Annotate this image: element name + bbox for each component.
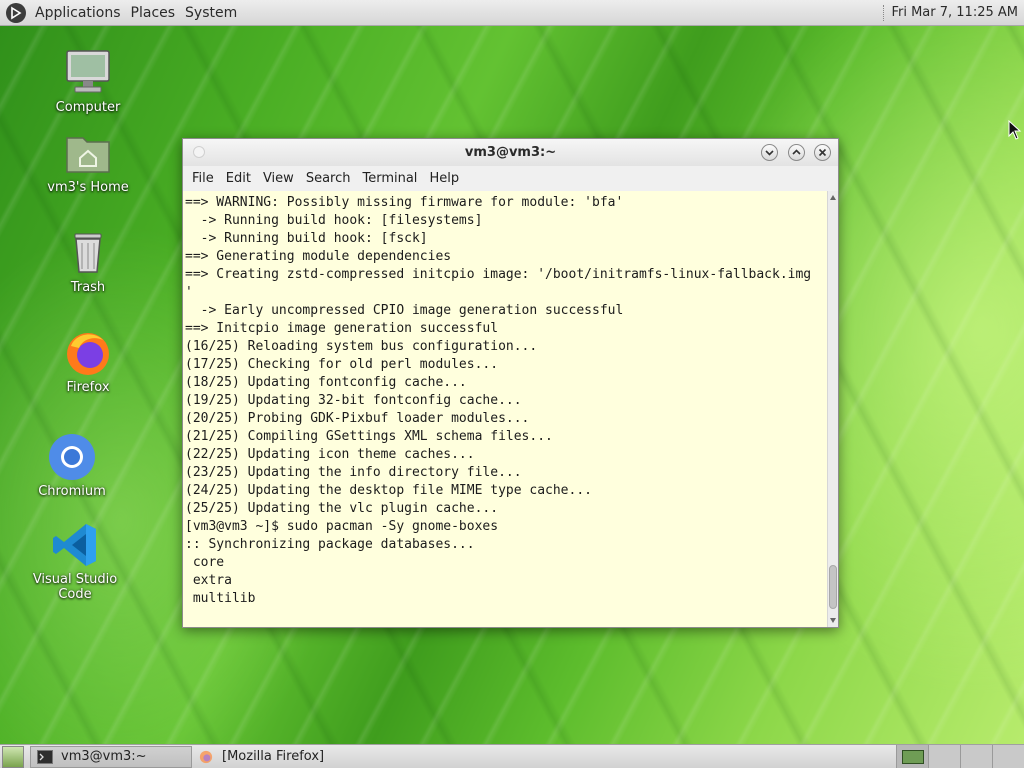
desktop-icon-label: Chromium — [38, 484, 106, 499]
task-label: vm3@vm3:~ — [61, 749, 147, 764]
vscode-icon — [53, 524, 96, 566]
menu-terminal[interactable]: Terminal — [356, 171, 423, 186]
firefox-icon — [67, 333, 109, 375]
distro-logo-icon[interactable] — [6, 2, 26, 23]
menu-view[interactable]: View — [257, 171, 300, 186]
desktop-icon-trash[interactable]: Trash — [33, 228, 143, 295]
home-folder-icon — [66, 137, 110, 173]
terminal-line: (23/25) Updating the info directory file… — [185, 465, 522, 480]
window-title: vm3@vm3:~ — [464, 145, 557, 160]
desktop-icon-label: Firefox — [66, 380, 110, 395]
chromium-icon — [49, 434, 95, 480]
terminal-line: [vm3@vm3 ~]$ sudo pacman -Sy gnome-boxes — [185, 519, 499, 534]
menu-search[interactable]: Search — [300, 171, 357, 186]
desktop-icon-label: vm3's Home — [47, 180, 129, 195]
terminal-line: multilib — [185, 591, 256, 606]
terminal-line: -> Running build hook: [filesystems] — [185, 213, 483, 228]
terminal-window[interactable]: vm3@vm3:~ File Edit View Search Terminal… — [182, 138, 839, 628]
desktop-icon-firefox[interactable]: Firefox — [33, 328, 143, 395]
terminal-line: :: Synchronizing package databases... — [185, 537, 475, 552]
applications-menu[interactable]: Applications — [30, 0, 126, 26]
workspace-4[interactable] — [992, 745, 1024, 768]
menu-help[interactable]: Help — [423, 171, 465, 186]
terminal-line: (20/25) Probing GDK-Pixbuf loader module… — [185, 411, 530, 426]
terminal-icon — [37, 749, 53, 764]
mouse-cursor-icon — [1008, 120, 1022, 140]
terminal-line: core — [185, 555, 225, 570]
system-menu[interactable]: System — [180, 0, 242, 26]
desktop-icon-computer[interactable]: Computer — [33, 48, 143, 115]
computer-icon — [66, 50, 110, 93]
desktop-icon-label: Computer — [55, 100, 121, 115]
close-icon — [818, 148, 827, 157]
terminal-line: (18/25) Updating fontconfig cache... — [185, 375, 467, 390]
task-terminal[interactable]: vm3@vm3:~ — [30, 745, 192, 768]
terminal-output[interactable]: ==> WARNING: Possibly missing firmware f… — [183, 191, 828, 627]
clock[interactable]: Fri Mar 7, 11:25 AM — [891, 5, 1024, 20]
terminal-scrollbar[interactable] — [827, 191, 838, 627]
task-firefox[interactable]: [Mozilla Firefox] — [192, 746, 330, 768]
close-button[interactable] — [814, 144, 831, 161]
terminal-line: (22/25) Updating icon theme caches... — [185, 447, 475, 462]
scrollbar-thumb[interactable] — [829, 565, 837, 609]
show-desktop-button[interactable] — [2, 745, 24, 768]
scroll-down-icon[interactable] — [830, 618, 836, 623]
terminal-line: -> Running build hook: [fsck] — [185, 231, 428, 246]
desktop-icon-vscode[interactable]: Visual Studio Code — [19, 520, 131, 602]
terminal-line: ==> WARNING: Possibly missing firmware f… — [185, 195, 624, 210]
desktop-icon-label: Visual Studio Code — [32, 572, 118, 602]
terminal-line: ==> Initcpio image generation successful — [185, 321, 499, 336]
terminal-line: (21/25) Compiling GSettings XML schema f… — [185, 429, 553, 444]
terminal-line: (16/25) Reloading system bus configurati… — [185, 339, 538, 354]
scroll-up-icon[interactable] — [830, 195, 836, 200]
bottom-panel: vm3@vm3:~ [Mozilla Firefox] — [0, 744, 1024, 768]
menu-file[interactable]: File — [186, 171, 220, 186]
panel-separator — [883, 4, 885, 21]
terminal-line: ==> Generating module dependencies — [185, 249, 452, 264]
window-menu-icon[interactable] — [193, 146, 205, 158]
minimize-icon — [765, 150, 774, 156]
terminal-line: extra — [185, 573, 232, 588]
desktop-icon-chromium[interactable]: Chromium — [17, 432, 127, 499]
workspace-switcher[interactable] — [896, 745, 1024, 768]
terminal-line: -> Early uncompressed CPIO image generat… — [185, 303, 624, 318]
workspace-3[interactable] — [960, 745, 992, 768]
terminal-menubar: File Edit View Search Terminal Help — [183, 166, 838, 191]
maximize-icon — [792, 149, 801, 155]
task-label: [Mozilla Firefox] — [222, 749, 325, 764]
workspace-1[interactable] — [896, 745, 928, 768]
terminal-line: ' — [185, 285, 193, 300]
terminal-line: (19/25) Updating 32-bit fontconfig cache… — [185, 393, 522, 408]
terminal-line: (17/25) Checking for old perl modules... — [185, 357, 499, 372]
places-menu[interactable]: Places — [126, 0, 181, 26]
terminal-line: ==> Creating zstd-compressed initcpio im… — [185, 267, 812, 282]
desktop-icon-home[interactable]: vm3's Home — [33, 128, 143, 195]
maximize-button[interactable] — [788, 144, 805, 161]
trash-icon — [74, 233, 102, 273]
desktop-icon-label: Trash — [70, 280, 106, 295]
terminal-line: (25/25) Updating the vlc plugin cache... — [185, 501, 499, 516]
firefox-icon — [199, 750, 213, 763]
workspace-2[interactable] — [928, 745, 960, 768]
window-titlebar[interactable]: vm3@vm3:~ — [183, 139, 838, 166]
terminal-line: (24/25) Updating the desktop file MIME t… — [185, 483, 592, 498]
minimize-button[interactable] — [761, 144, 778, 161]
top-panel: Applications Places System Fri Mar 7, 11… — [0, 0, 1024, 26]
menu-edit[interactable]: Edit — [220, 171, 257, 186]
